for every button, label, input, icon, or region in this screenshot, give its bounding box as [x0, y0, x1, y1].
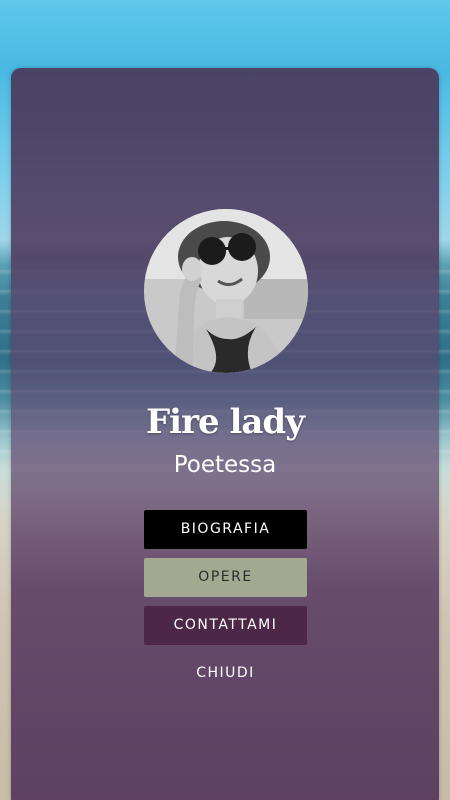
avatar-photo	[144, 209, 308, 373]
profile-name: Fire lady	[146, 402, 305, 442]
contattami-button[interactable]: CONTATTAMI	[144, 606, 307, 645]
biografia-button[interactable]: BIOGRAFIA	[144, 510, 307, 549]
profile-role: Poetessa	[173, 452, 277, 478]
app-screen: Fire lady Poetessa BIOGRAFIA OPERE CONTA…	[0, 0, 450, 800]
chiudi-button[interactable]: CHIUDI	[144, 654, 307, 693]
opere-button[interactable]: OPERE	[144, 558, 307, 597]
profile-avatar	[144, 209, 308, 373]
